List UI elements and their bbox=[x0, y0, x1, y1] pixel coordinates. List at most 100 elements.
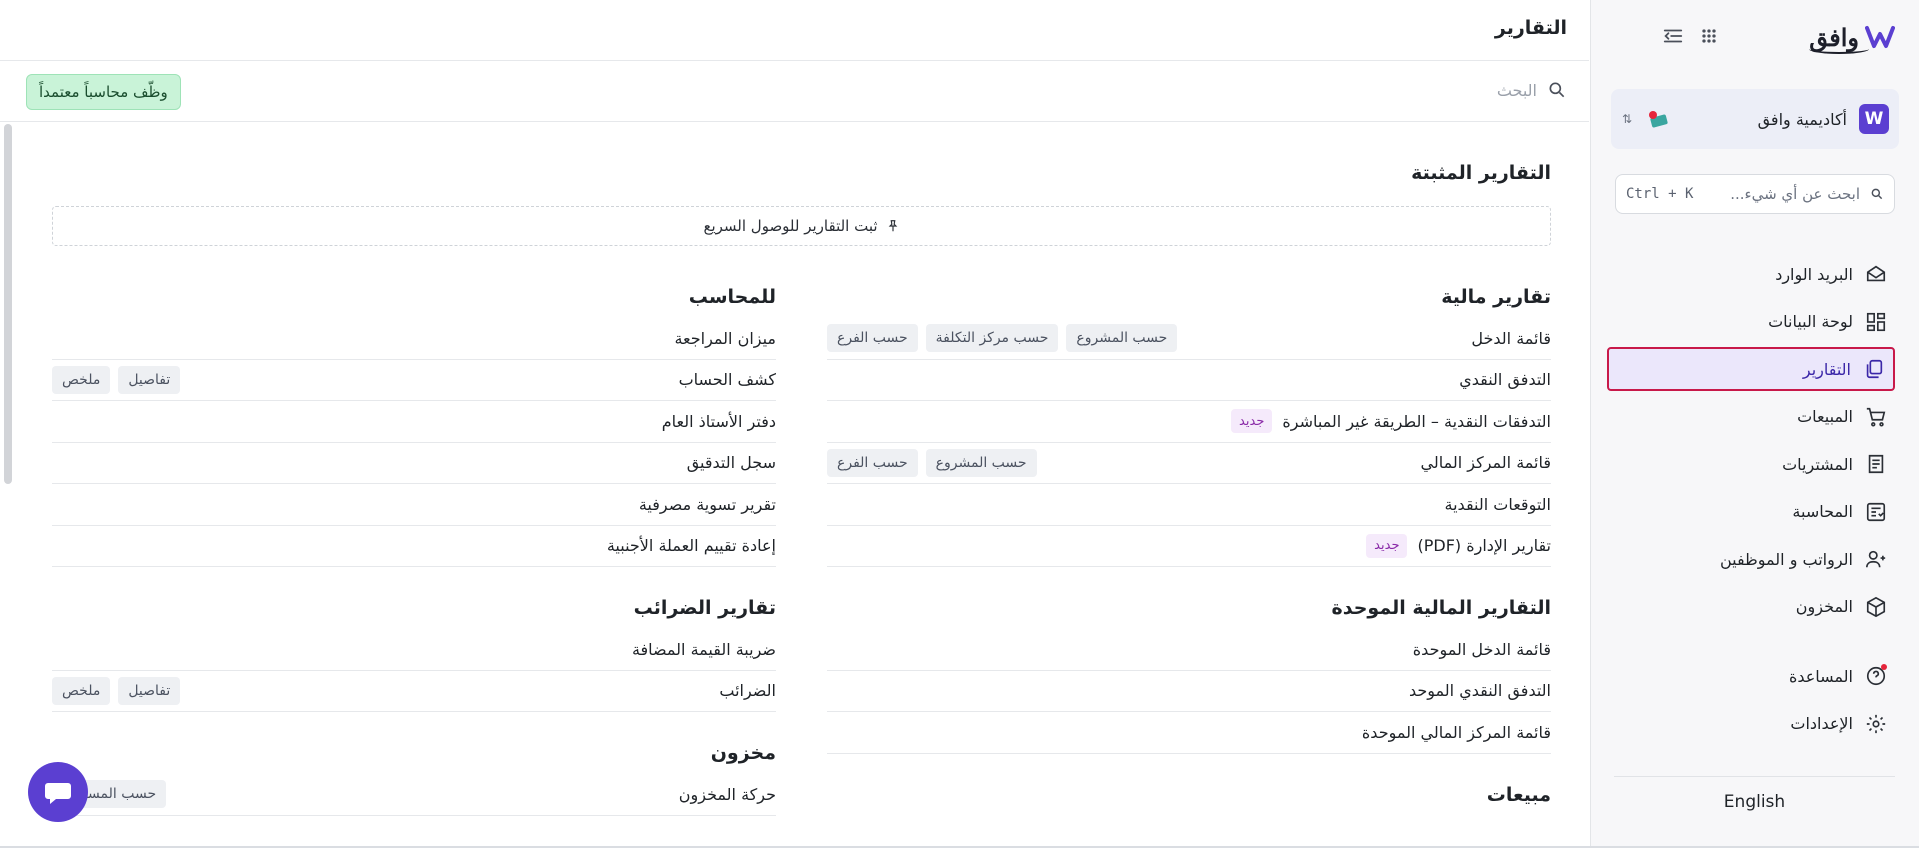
chevron-updown-icon: ⇅ bbox=[1621, 112, 1633, 126]
report-row-stock-movement[interactable]: حركة المخزون حسب المستودع bbox=[52, 774, 776, 816]
sidebar-nav: البريد الوارد لوحة البيانات التقارير الم… bbox=[1607, 252, 1895, 749]
sidebar-item-help[interactable]: المساعدة bbox=[1607, 654, 1895, 698]
reports-column-left: للمحاسب ميزان المراجعة كشف الحساب ملخص ت… bbox=[52, 282, 776, 842]
apps-grid-icon[interactable] bbox=[1697, 24, 1721, 48]
report-row-income-statement[interactable]: قائمة الدخل حسب الفرع حسب مركز التكلفة ح… bbox=[827, 318, 1551, 360]
group-consolidated-reports: التقارير المالية الموحدة قائمة الدخل الم… bbox=[827, 593, 1551, 754]
report-row-trial-balance[interactable]: ميزان المراجعة bbox=[52, 318, 776, 360]
users-icon bbox=[1866, 550, 1886, 568]
variant-tag[interactable]: ملخص bbox=[52, 365, 111, 394]
hire-accountant-button[interactable]: وظّف محاسباً معتمداً bbox=[26, 74, 181, 110]
report-row-balance-sheet[interactable]: قائمة المركز المالي حسب الفرع حسب المشرو… bbox=[827, 443, 1551, 484]
ledger-icon bbox=[1866, 502, 1886, 521]
report-label: ضريبة القيمة المضافة bbox=[631, 639, 776, 659]
report-label: كشف الحساب bbox=[678, 370, 776, 390]
report-label: الضرائب bbox=[719, 681, 776, 701]
chat-support-button[interactable] bbox=[28, 762, 88, 822]
main-content: التقارير البحث وظّف محاسباً معتمداً التق… bbox=[0, 0, 1589, 846]
sidebar-item-accounting[interactable]: المحاسبة bbox=[1607, 490, 1895, 534]
dashboard-icon bbox=[1866, 312, 1886, 331]
report-label: إعادة تقييم العملة الأجنبية bbox=[606, 536, 776, 556]
sidebar-item-label: المبيعات bbox=[1797, 407, 1853, 426]
variant-tag[interactable]: حسب الفرع bbox=[827, 324, 918, 353]
sidebar-item-reports[interactable]: التقارير bbox=[1607, 347, 1895, 391]
variant-tag[interactable]: حسب المشروع bbox=[925, 448, 1037, 477]
language-switch[interactable]: English bbox=[1590, 792, 1919, 812]
report-row-indirect-cash-flow[interactable]: التدفقات النقدية – الطريقة غير المباشرة … bbox=[827, 401, 1551, 443]
global-search-input[interactable]: ابحث عن أي شيء... Ctrl + K bbox=[1615, 174, 1895, 214]
workspace-switcher[interactable]: W أكاديمية وافق ⇅ bbox=[1611, 89, 1899, 149]
report-label: قائمة الدخل bbox=[1471, 328, 1551, 348]
group-financial-reports: تقارير مالية قائمة الدخل حسب الفرع حسب م… bbox=[827, 282, 1551, 567]
variant-tag[interactable]: تفاصيل bbox=[118, 365, 181, 394]
group-accountant-reports: للمحاسب ميزان المراجعة كشف الحساب ملخص ت… bbox=[52, 282, 776, 567]
sidebar-item-inbox[interactable]: البريد الوارد bbox=[1607, 252, 1895, 296]
report-label: سجل التدقيق bbox=[686, 453, 776, 473]
workspace-name: أكاديمية وافق bbox=[1757, 109, 1847, 129]
reports-icon bbox=[1866, 359, 1883, 379]
variant-tag[interactable]: حسب مركز التكلفة bbox=[925, 324, 1059, 353]
report-row-fx-revaluation[interactable]: إعادة تقييم العملة الأجنبية bbox=[52, 526, 776, 567]
wafeq-logo-icon bbox=[1865, 26, 1895, 48]
sidebar-item-purchases[interactable]: المشتريات bbox=[1607, 442, 1895, 486]
report-label: التدفق النقدي bbox=[1459, 370, 1551, 390]
group-sales-reports: مبيعات bbox=[827, 780, 1551, 810]
report-row-vat[interactable]: ضريبة القيمة المضافة bbox=[52, 629, 776, 671]
new-badge: جديد bbox=[1366, 533, 1408, 558]
search-icon bbox=[1549, 82, 1565, 98]
variant-tag[interactable]: حسب الفرع bbox=[827, 448, 918, 477]
report-row-management-pdf[interactable]: تقارير الإدارة (PDF) جديد bbox=[827, 526, 1551, 567]
reports-search-input[interactable]: البحث bbox=[1497, 80, 1567, 100]
sidebar-item-inventory[interactable]: المخزون bbox=[1607, 585, 1895, 629]
variant-tag[interactable]: حسب المشروع bbox=[1066, 324, 1178, 353]
variant-tag[interactable]: ملخص bbox=[52, 676, 111, 705]
report-row-general-ledger[interactable]: دفتر الأستاذ العام bbox=[52, 401, 776, 443]
report-row-cash-forecast[interactable]: التوقعات النقدية bbox=[827, 484, 1551, 526]
sidebar-item-settings[interactable]: الإعدادات bbox=[1607, 702, 1895, 746]
sidebar-item-dashboard[interactable]: لوحة البيانات bbox=[1607, 300, 1895, 344]
report-row-consolidated-income[interactable]: قائمة الدخل الموحدة bbox=[827, 629, 1551, 671]
notification-sticker-icon bbox=[1647, 110, 1669, 128]
variant-tag[interactable]: تفاصيل bbox=[118, 676, 181, 705]
inbox-icon bbox=[1866, 265, 1886, 282]
group-title: التقارير المالية الموحدة bbox=[1331, 597, 1551, 619]
reports-column-right: تقارير مالية قائمة الدخل حسب الفرع حسب م… bbox=[827, 282, 1551, 836]
brand-logo[interactable]: وافق bbox=[1809, 20, 1895, 54]
report-label: قائمة الدخل الموحدة bbox=[1412, 639, 1551, 659]
report-row-cash-flow[interactable]: التدفق النقدي bbox=[827, 360, 1551, 401]
report-label: حركة المخزون bbox=[678, 784, 776, 804]
cart-icon bbox=[1866, 407, 1886, 427]
brand-swoosh bbox=[1809, 44, 1870, 54]
group-title: للمحاسب bbox=[688, 286, 776, 308]
report-label: التدفقات النقدية – الطريقة غير المباشرة … bbox=[1231, 409, 1551, 434]
report-label: قائمة المركز المالي الموحدة bbox=[1361, 722, 1551, 742]
report-row-taxes[interactable]: الضرائب ملخص تفاصيل bbox=[52, 671, 776, 712]
search-icon bbox=[1871, 188, 1883, 200]
sidebar-item-label: الرواتب و الموظفين bbox=[1719, 549, 1853, 569]
workspace-logo: W bbox=[1859, 104, 1889, 134]
report-variants: ملخص تفاصيل bbox=[52, 365, 181, 394]
sidebar-item-sales[interactable]: المبيعات bbox=[1607, 395, 1895, 439]
sidebar-item-payroll[interactable]: الرواتب و الموظفين bbox=[1607, 537, 1895, 581]
report-label: تقارير الإدارة (PDF) جديد bbox=[1366, 533, 1551, 558]
sidebar-item-label: المخزون bbox=[1795, 597, 1853, 616]
scrollbar[interactable] bbox=[4, 124, 12, 484]
report-label-text: التدفقات النقدية – الطريقة غير المباشرة bbox=[1282, 411, 1551, 431]
group-title: تقارير مالية bbox=[1441, 286, 1551, 308]
gear-icon bbox=[1866, 714, 1886, 733]
page-title: التقارير bbox=[1494, 17, 1567, 39]
report-row-audit-log[interactable]: سجل التدقيق bbox=[52, 443, 776, 484]
sidebar-item-label: التقارير bbox=[1802, 359, 1851, 379]
report-row-consolidated-balance[interactable]: قائمة المركز المالي الموحدة bbox=[827, 712, 1551, 754]
sidebar-item-label: الإعدادات bbox=[1790, 714, 1853, 733]
report-label: التدفق النقدي الموحد bbox=[1409, 681, 1551, 701]
group-tax-reports: تقارير الضرائب ضريبة القيمة المضافة الضر… bbox=[52, 593, 776, 712]
sidebar-item-label: البريد الوارد bbox=[1775, 264, 1853, 284]
pin-icon bbox=[888, 220, 897, 232]
report-row-bank-reconciliation[interactable]: تقرير تسوية مصرفية bbox=[52, 484, 776, 526]
report-row-account-statement[interactable]: كشف الحساب ملخص تفاصيل bbox=[52, 360, 776, 401]
collapse-sidebar-icon[interactable] bbox=[1661, 24, 1685, 48]
report-row-consolidated-cash-flow[interactable]: التدفق النقدي الموحد bbox=[827, 671, 1551, 712]
pinned-reports-title: التقارير المثبتة bbox=[1411, 162, 1551, 184]
